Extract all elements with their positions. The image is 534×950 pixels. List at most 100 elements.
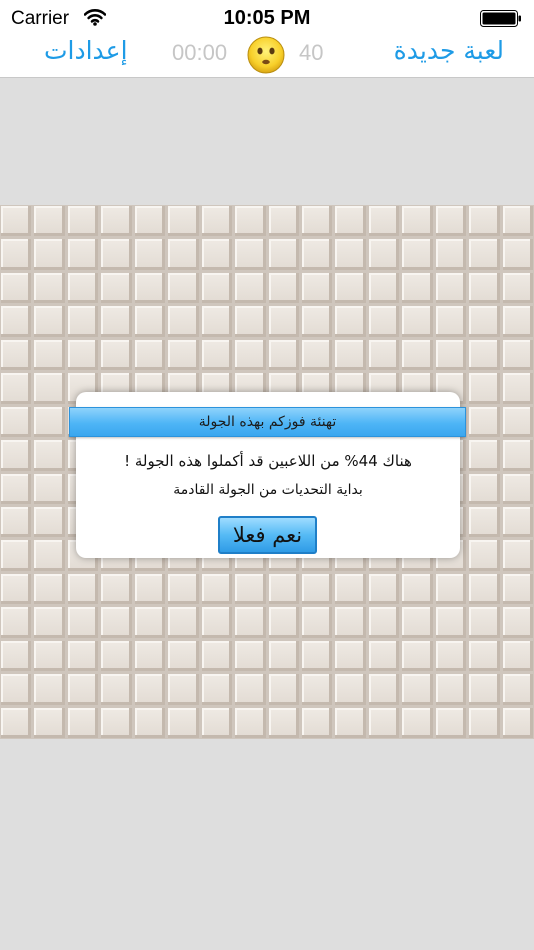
board-cell[interactable] <box>235 674 266 705</box>
board-cell[interactable] <box>1 406 32 438</box>
board-cell[interactable] <box>435 206 467 237</box>
board-cell[interactable] <box>34 506 65 538</box>
board-cell[interactable] <box>34 339 65 371</box>
board-cell[interactable] <box>502 206 533 237</box>
board-cell[interactable] <box>335 607 366 638</box>
board-cell[interactable] <box>301 306 333 337</box>
board-cell[interactable] <box>469 640 500 672</box>
board-cell[interactable] <box>435 573 467 605</box>
board-cell[interactable] <box>201 607 233 638</box>
board-cell[interactable] <box>435 674 467 705</box>
board-cell[interactable] <box>235 306 266 337</box>
board-cell[interactable] <box>168 640 199 672</box>
board-cell[interactable] <box>502 607 533 638</box>
board-cell[interactable] <box>235 206 266 237</box>
board-cell[interactable] <box>101 640 132 672</box>
board-cell[interactable] <box>502 239 533 270</box>
board-cell[interactable] <box>101 607 132 638</box>
board-cell[interactable] <box>101 573 132 605</box>
board-cell[interactable] <box>335 640 366 672</box>
board-cell[interactable] <box>101 206 132 237</box>
board-cell[interactable] <box>301 272 333 304</box>
board-cell[interactable] <box>368 707 400 738</box>
board-cell[interactable] <box>502 640 533 672</box>
board-cell[interactable] <box>435 607 467 638</box>
board-cell[interactable] <box>469 406 500 438</box>
board-cell[interactable] <box>235 339 266 371</box>
board-cell[interactable] <box>368 239 400 270</box>
board-cell[interactable] <box>469 573 500 605</box>
board-cell[interactable] <box>469 272 500 304</box>
board-cell[interactable] <box>368 674 400 705</box>
board-cell[interactable] <box>34 607 65 638</box>
board-cell[interactable] <box>1 239 32 270</box>
board-cell[interactable] <box>235 607 266 638</box>
board-cell[interactable] <box>168 607 199 638</box>
board-cell[interactable] <box>368 272 400 304</box>
board-cell[interactable] <box>402 640 433 672</box>
board-cell[interactable] <box>335 674 366 705</box>
board-cell[interactable] <box>201 272 233 304</box>
board-cell[interactable] <box>34 272 65 304</box>
board-cell[interactable] <box>268 573 299 605</box>
board-cell[interactable] <box>34 406 65 438</box>
board-cell[interactable] <box>502 339 533 371</box>
board-cell[interactable] <box>134 573 166 605</box>
board-cell[interactable] <box>134 239 166 270</box>
board-cell[interactable] <box>402 306 433 337</box>
board-cell[interactable] <box>268 239 299 270</box>
board-cell[interactable] <box>201 707 233 738</box>
board-cell[interactable] <box>469 239 500 270</box>
board-cell[interactable] <box>168 674 199 705</box>
confirm-button[interactable]: نعم فعلا <box>218 516 317 554</box>
board-cell[interactable] <box>67 674 99 705</box>
board-cell[interactable] <box>335 573 366 605</box>
board-cell[interactable] <box>34 674 65 705</box>
board-cell[interactable] <box>168 573 199 605</box>
board-cell[interactable] <box>168 339 199 371</box>
board-cell[interactable] <box>1 707 32 738</box>
board-cell[interactable] <box>235 573 266 605</box>
board-cell[interactable] <box>502 406 533 438</box>
board-cell[interactable] <box>201 674 233 705</box>
board-cell[interactable] <box>67 707 99 738</box>
board-cell[interactable] <box>201 640 233 672</box>
board-cell[interactable] <box>402 674 433 705</box>
board-cell[interactable] <box>201 306 233 337</box>
board-cell[interactable] <box>402 707 433 738</box>
board-cell[interactable] <box>201 239 233 270</box>
board-cell[interactable] <box>201 206 233 237</box>
board-cell[interactable] <box>368 607 400 638</box>
board-cell[interactable] <box>469 707 500 738</box>
board-cell[interactable] <box>502 707 533 738</box>
board-cell[interactable] <box>235 239 266 270</box>
board-cell[interactable] <box>1 473 32 504</box>
board-cell[interactable] <box>201 573 233 605</box>
board-cell[interactable] <box>402 272 433 304</box>
board-cell[interactable] <box>402 206 433 237</box>
board-cell[interactable] <box>335 339 366 371</box>
board-cell[interactable] <box>268 272 299 304</box>
board-cell[interactable] <box>402 607 433 638</box>
board-cell[interactable] <box>134 206 166 237</box>
board-cell[interactable] <box>469 373 500 404</box>
board-cell[interactable] <box>402 239 433 270</box>
board-cell[interactable] <box>101 674 132 705</box>
board-cell[interactable] <box>235 272 266 304</box>
board-cell[interactable] <box>34 306 65 337</box>
board-cell[interactable] <box>134 339 166 371</box>
settings-button[interactable]: إعدادات <box>44 36 128 65</box>
board-cell[interactable] <box>235 640 266 672</box>
board-cell[interactable] <box>435 272 467 304</box>
board-cell[interactable] <box>502 473 533 504</box>
board-cell[interactable] <box>502 272 533 304</box>
board-cell[interactable] <box>1 674 32 705</box>
board-cell[interactable] <box>268 674 299 705</box>
board-cell[interactable] <box>235 707 266 738</box>
board-cell[interactable] <box>168 239 199 270</box>
board-cell[interactable] <box>335 306 366 337</box>
board-cell[interactable] <box>301 573 333 605</box>
board-cell[interactable] <box>268 306 299 337</box>
board-cell[interactable] <box>502 306 533 337</box>
board-cell[interactable] <box>335 272 366 304</box>
